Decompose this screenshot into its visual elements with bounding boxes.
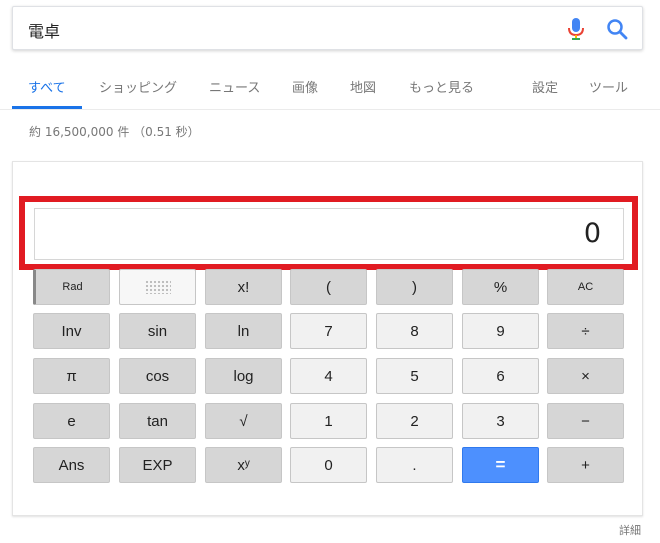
tab-news[interactable]: ニュース: [209, 77, 260, 96]
microphone-icon[interactable]: [566, 17, 586, 41]
key-7[interactable]: 7: [290, 313, 367, 349]
key-power[interactable]: xʸ: [205, 447, 282, 483]
key-multiply[interactable]: ×: [547, 358, 624, 394]
search-input[interactable]: 電卓: [28, 18, 60, 42]
tab-maps[interactable]: 地図: [350, 77, 376, 96]
key-close-paren[interactable]: ): [376, 269, 453, 305]
tab-all[interactable]: すべて: [28, 77, 66, 96]
tab-more[interactable]: もっと見る: [409, 77, 474, 96]
key-log[interactable]: log: [205, 358, 282, 394]
key-deg[interactable]: [119, 269, 196, 305]
key-e[interactable]: e: [33, 403, 110, 439]
details-link[interactable]: 詳細: [619, 522, 641, 538]
key-minus[interactable]: −: [547, 403, 624, 439]
key-tan[interactable]: tan: [119, 403, 196, 439]
key-4[interactable]: 4: [290, 358, 367, 394]
key-cos[interactable]: cos: [119, 358, 196, 394]
tab-settings[interactable]: 設定: [532, 77, 558, 96]
key-rad[interactable]: Rad: [33, 269, 110, 305]
key-percent[interactable]: %: [462, 269, 539, 305]
search-box[interactable]: 電卓: [12, 6, 643, 50]
key-8[interactable]: 8: [376, 313, 453, 349]
tab-images[interactable]: 画像: [292, 77, 318, 96]
key-2[interactable]: 2: [376, 403, 453, 439]
key-factorial[interactable]: x!: [205, 269, 282, 305]
active-tab-indicator: [12, 106, 82, 109]
tab-tools[interactable]: ツール: [589, 77, 628, 96]
key-open-paren[interactable]: (: [290, 269, 367, 305]
key-decimal[interactable]: .: [376, 447, 453, 483]
key-pi[interactable]: π: [33, 358, 110, 394]
key-9[interactable]: 9: [462, 313, 539, 349]
search-icon[interactable]: [605, 17, 629, 41]
key-sqrt[interactable]: √: [205, 403, 282, 439]
key-ans[interactable]: Ans: [33, 447, 110, 483]
key-3[interactable]: 3: [462, 403, 539, 439]
key-ln[interactable]: ln: [205, 313, 282, 349]
key-5[interactable]: 5: [376, 358, 453, 394]
key-0[interactable]: 0: [290, 447, 367, 483]
key-6[interactable]: 6: [462, 358, 539, 394]
key-ac[interactable]: AC: [547, 269, 624, 305]
key-exp[interactable]: EXP: [119, 447, 196, 483]
key-plus[interactable]: +: [547, 447, 624, 483]
calculator-display: 0: [34, 208, 624, 260]
search-tabs: すべて ショッピング ニュース 画像 地図 もっと見る 設定 ツール: [0, 60, 660, 110]
key-sin[interactable]: sin: [119, 313, 196, 349]
tab-shopping[interactable]: ショッピング: [99, 77, 177, 96]
key-equals[interactable]: =: [462, 447, 539, 483]
display-value: 0: [583, 218, 601, 249]
result-stats: 約 16,500,000 件 （0.51 秒）: [29, 125, 200, 139]
key-1[interactable]: 1: [290, 403, 367, 439]
key-inv[interactable]: Inv: [33, 313, 110, 349]
key-divide[interactable]: ÷: [547, 313, 624, 349]
dots-icon: [144, 280, 171, 294]
